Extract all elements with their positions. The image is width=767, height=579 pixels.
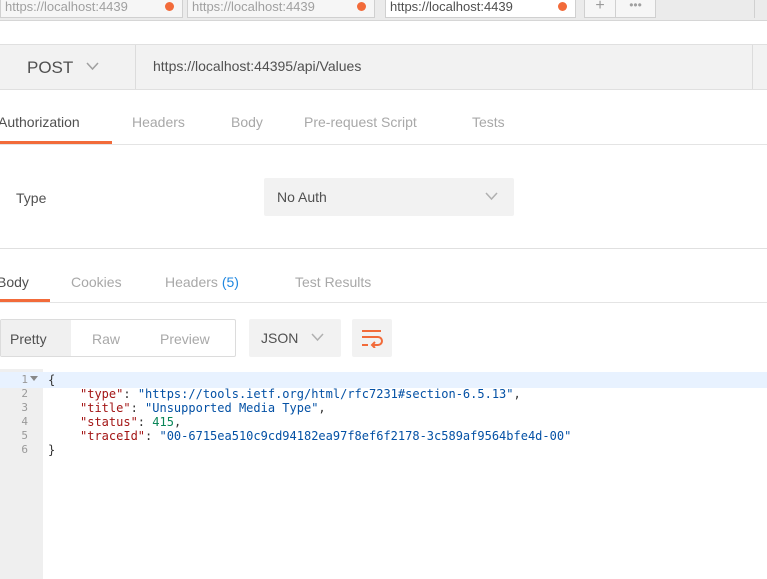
pretty-button[interactable]: Pretty — [10, 331, 47, 347]
active-response-tab-indicator — [0, 299, 50, 302]
close-brace: } — [48, 443, 56, 457]
tab-pre-request-script[interactable]: Pre-request Script — [304, 114, 417, 130]
code-line: { — [48, 373, 55, 387]
request-tab-strip: https://localhost:4439 https://localhost… — [0, 0, 767, 21]
url-bar: POST https://localhost:44395/api/Values — [0, 44, 767, 90]
url-input[interactable]: https://localhost:44395/api/Values — [153, 58, 361, 74]
tab-strip-corner — [754, 0, 767, 18]
response-tab-cookies[interactable]: Cookies — [71, 274, 122, 290]
line-number: 1 — [21, 373, 28, 386]
auth-type-value: No Auth — [277, 189, 327, 205]
tab-authorization[interactable]: Authorization — [0, 114, 80, 130]
request-tab-label: https://localhost:4439 — [5, 0, 128, 14]
tab-tests[interactable]: Tests — [472, 114, 505, 130]
json-key: "type" — [80, 387, 124, 401]
json-key: "title" — [80, 401, 131, 415]
tab-body[interactable]: Body — [231, 114, 263, 130]
raw-button[interactable]: Raw — [92, 331, 120, 347]
line-number: 5 — [21, 429, 28, 442]
language-select[interactable]: JSON — [249, 319, 341, 357]
wrap-lines-button[interactable] — [352, 319, 392, 357]
new-tab-button[interactable]: + — [584, 0, 616, 18]
response-section-tabs: Body Cookies Headers (5) Test Results — [0, 262, 767, 303]
request-section-tabs: Authorization Headers Body Pre-request S… — [0, 104, 767, 145]
auth-type-select[interactable]: No Auth — [264, 178, 514, 216]
request-tab[interactable]: https://localhost:4439 — [0, 0, 183, 18]
json-value: "00-6715ea510c9cd94182ea97f8ef6f2178-3c5… — [159, 429, 572, 443]
language-value: JSON — [261, 330, 299, 346]
method-label: POST — [27, 58, 74, 77]
json-value: "Unsupported Media Type" — [145, 401, 319, 415]
preview-button[interactable]: Preview — [160, 331, 210, 347]
line-number: 4 — [21, 415, 28, 428]
tab-headers[interactable]: Headers — [132, 114, 185, 130]
open-brace: { — [48, 373, 56, 387]
code-line: } — [48, 443, 55, 457]
code-line: "status": 415, — [80, 415, 182, 429]
json-key: "status" — [80, 415, 138, 429]
unsaved-dot-icon — [357, 2, 366, 11]
wrap-lines-icon — [361, 328, 383, 353]
json-value: 415 — [152, 415, 174, 429]
url-bar-divider — [752, 45, 753, 89]
request-tab-active[interactable]: https://localhost:4439 — [385, 0, 576, 18]
response-tab-body[interactable]: Body — [0, 274, 29, 290]
response-divider — [0, 248, 767, 249]
request-tab[interactable]: https://localhost:4439 — [187, 0, 375, 18]
active-tab-indicator — [0, 141, 112, 144]
request-tab-label: https://localhost:4439 — [192, 0, 315, 14]
line-number: 2 — [21, 387, 28, 400]
chevron-down-icon — [485, 190, 498, 204]
active-line-highlight — [0, 372, 767, 388]
code-line: "title": "Unsupported Media Type", — [80, 401, 326, 415]
line-number: 6 — [21, 443, 28, 456]
code-line: "type": "https://tools.ietf.org/html/rfc… — [80, 387, 521, 401]
headers-count-badge: (5) — [221, 274, 239, 290]
json-value: "https://tools.ietf.org/html/rfc7231#sec… — [137, 387, 514, 401]
code-line: "traceId": "00-6715ea510c9cd94182ea97f8e… — [80, 429, 572, 443]
format-button-group: Pretty Raw Preview — [0, 319, 236, 357]
response-body-editor[interactable]: 1 2 3 4 5 6 { "type": "https://tools.iet… — [0, 369, 767, 579]
chevron-down-icon — [86, 59, 99, 74]
line-number: 3 — [21, 401, 28, 414]
response-tab-headers[interactable]: Headers (5) — [165, 274, 239, 290]
auth-type-label: Type — [16, 190, 47, 206]
unsaved-dot-icon — [165, 2, 174, 11]
fold-arrow-icon[interactable] — [30, 374, 38, 384]
response-tab-headers-label: Headers — [165, 274, 218, 290]
json-key: "traceId" — [80, 429, 146, 443]
request-tab-label: https://localhost:4439 — [390, 0, 513, 14]
response-tab-test-results[interactable]: Test Results — [295, 274, 371, 290]
ellipsis-icon: ••• — [629, 0, 642, 12]
unsaved-dot-icon — [558, 2, 567, 11]
method-select[interactable]: POST — [0, 45, 136, 89]
plus-icon: + — [595, 0, 605, 14]
more-tabs-button[interactable]: ••• — [616, 0, 656, 18]
chevron-down-icon — [311, 331, 324, 345]
